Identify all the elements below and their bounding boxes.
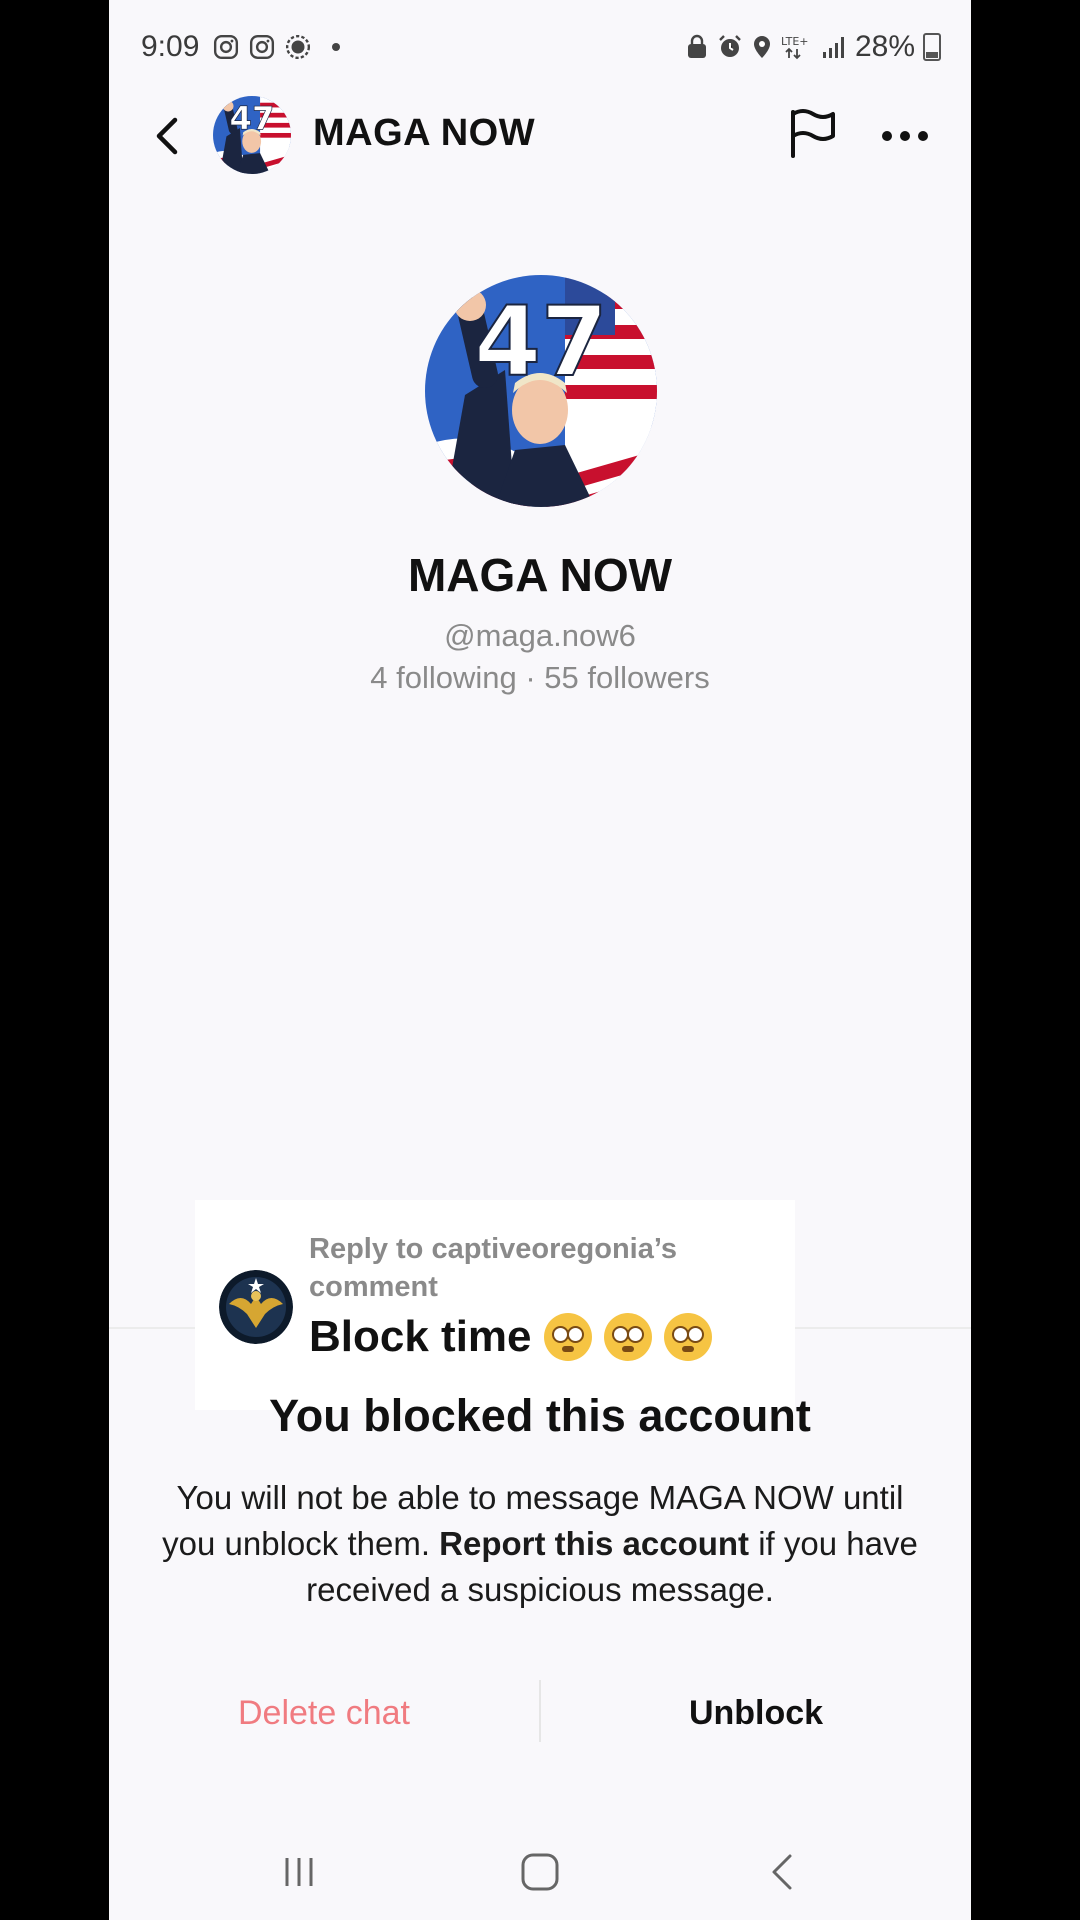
profile-photo-icon: 47 [213,96,291,174]
svg-text:LTE+: LTE+ [781,35,809,48]
unblock-button[interactable]: Unblock [541,1694,971,1733]
vpn-icon [687,34,706,58]
signal-icon [822,37,844,58]
lte-icon: LTE+ [781,35,809,60]
alarm-icon [719,35,741,57]
recent-apps-icon[interactable] [269,1842,329,1902]
svg-text:47: 47 [230,100,275,138]
flushed-emoji-icon [663,1313,712,1361]
blocked-actions: Delete chat Unblock [109,1680,971,1760]
home-icon[interactable] [510,1842,570,1902]
messenger-icon [285,34,311,60]
reply-comment-overlay: Reply to captiveoregonia’s comment Block… [195,1200,795,1410]
dot-icon [332,43,340,51]
back-arrow-icon[interactable] [139,106,199,166]
profile-avatar[interactable]: 47 [425,275,657,507]
profile-name: MAGA NOW [407,549,673,601]
delete-chat-button[interactable]: Delete chat [109,1694,539,1733]
battery-percent: 28% [854,30,915,63]
status-bar: 9:09 LTE+ 28% [109,0,971,96]
eagle-emblem-icon [219,1270,293,1344]
reply-label: Reply to captiveoregonia’s comment [309,1233,677,1303]
header-title[interactable]: MAGA NOW [313,112,535,155]
more-options-icon[interactable] [877,108,933,164]
status-right: LTE+ 28% [685,30,941,64]
profile-stats: 4 following · 55 followers [370,660,710,695]
flushed-emoji-icon [603,1313,652,1361]
chat-header: 47 MAGA NOW [109,96,971,176]
report-account-link[interactable]: Report this account [439,1525,749,1562]
status-time: 9:09 [141,30,200,63]
reply-comment-text: Block time [309,1312,712,1362]
reply-text: Block time [309,1312,532,1361]
system-nav-bar [109,1822,971,1920]
flushed-emoji-icon [543,1313,592,1361]
instagram-icon [213,34,239,60]
commenter-avatar [219,1270,293,1344]
profile-photo-icon: 47 [425,275,657,507]
battery-icon [923,33,941,61]
report-flag-icon[interactable] [783,106,839,162]
instagram-icon [249,34,275,60]
svg-text:47: 47 [474,286,608,398]
header-avatar[interactable]: 47 [213,96,291,174]
location-icon [753,36,770,58]
system-back-icon[interactable] [754,1842,814,1902]
blocked-title: You blocked this account [269,1390,811,1441]
profile-handle: @maga.now6 [444,618,636,653]
app-screen: 9:09 LTE+ 28% 47 MAGA NOW 47 MAGA NOW @m… [109,0,971,1920]
blocked-message: You will not be able to message MAGA NOW… [149,1475,931,1613]
